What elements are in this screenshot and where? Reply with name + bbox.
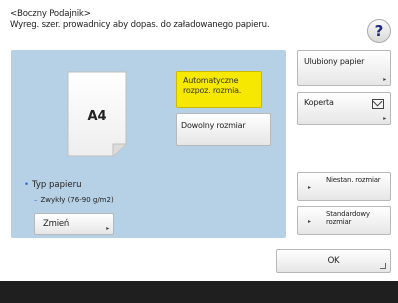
chevron-right-icon: ▸ <box>308 218 311 225</box>
nonstandard-size-label: Niestan. rozmiar <box>326 176 381 184</box>
envelope-icon <box>372 99 384 109</box>
chevron-right-icon: ▸ <box>383 76 386 83</box>
free-size-button[interactable]: Dowolny rozmiar <box>176 113 271 146</box>
screen-header: <Boczny Podajnik> Wyreg. szer. prowadnic… <box>10 9 350 31</box>
bullet-icon: • <box>24 180 30 190</box>
dash-icon: – <box>34 196 38 204</box>
favorite-paper-button[interactable]: Ulubiony papier ▸ <box>297 50 391 86</box>
change-paper-type-label: Zmień <box>43 219 70 229</box>
chevron-right-icon: ▸ <box>308 184 311 191</box>
nonstandard-size-button[interactable]: ▸ Niestan. rozmiar <box>297 172 391 201</box>
auto-detect-size-button[interactable]: Automatyczne rozpoz. rozmia. <box>176 71 262 108</box>
ok-button[interactable]: OK <box>276 249 391 273</box>
paper-type-heading: • Typ papieru <box>24 180 81 190</box>
corner-indicator-icon <box>380 263 386 269</box>
paper-type-label: Typ papieru <box>32 180 82 190</box>
chevron-right-icon: ▸ <box>106 225 109 232</box>
screen-title: <Boczny Podajnik> <box>10 9 91 19</box>
free-size-label: Dowolny rozmiar <box>181 121 246 130</box>
standard-size-button[interactable]: ▸ Standardowy rozmiar <box>297 206 391 235</box>
paper-type-value-row: – Zwykły (76-90 g/m2) <box>34 196 114 204</box>
help-icon: ? <box>374 22 384 40</box>
paper-size-label: A4 <box>87 109 106 124</box>
change-paper-type-button[interactable]: Zmień ▸ <box>34 213 114 235</box>
auto-detect-size-label: Automatyczne rozpoz. rozmia. <box>183 76 242 95</box>
ok-label: OK <box>327 256 340 266</box>
envelope-label: Koperta <box>304 98 334 107</box>
standard-size-label: Standardowy rozmiar <box>326 210 370 226</box>
envelope-button[interactable]: Koperta ▸ <box>297 92 391 125</box>
favorite-paper-label: Ulubiony papier <box>304 57 365 66</box>
paper-type-value: Zwykły (76-90 g/m2) <box>40 196 114 204</box>
chevron-right-icon: ▸ <box>383 115 386 122</box>
bottom-status-bar <box>0 281 398 303</box>
screen-instructions: Wyreg. szer. prowadnicy aby dopas. do za… <box>10 20 270 30</box>
help-button[interactable]: ? <box>367 19 391 43</box>
paper-sheet-icon: A4 <box>67 71 127 157</box>
